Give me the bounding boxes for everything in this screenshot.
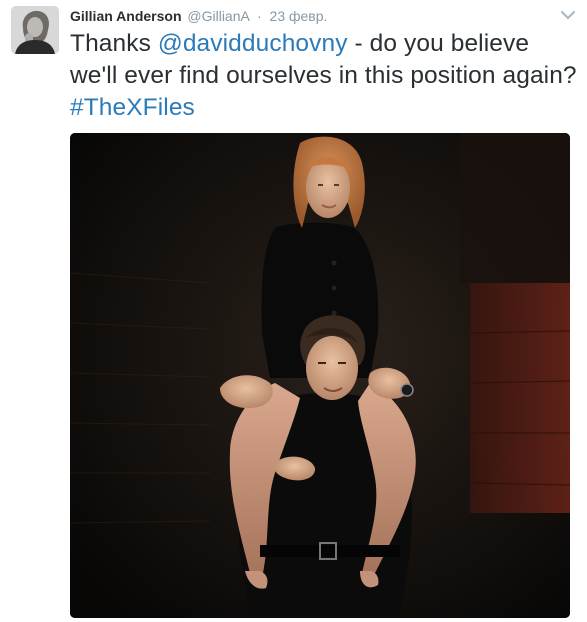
avatar-photo [11,6,59,54]
tweet-timestamp[interactable]: 23 февр. [270,8,328,24]
tweet-text-part: Thanks [70,30,158,57]
mention-link[interactable]: @davidduchovny [158,30,348,57]
tweet-photo[interactable] [70,133,570,618]
hashtag-link[interactable]: #TheXFiles [70,94,195,121]
chevron-down-icon[interactable] [559,8,577,22]
author-handle[interactable]: @GillianA [187,8,249,24]
author-name[interactable]: Gillian Anderson [70,8,182,24]
tweet-text: Thanks @davidduchovny - do you believe w… [70,28,580,124]
author-avatar[interactable] [11,6,59,54]
tweet-header: Gillian Anderson @GillianA · 23 февр. [70,6,327,26]
tweet: Gillian Anderson @GillianA · 23 февр. Th… [0,0,587,622]
photo-image [70,133,570,618]
separator-dot: · [256,8,262,24]
